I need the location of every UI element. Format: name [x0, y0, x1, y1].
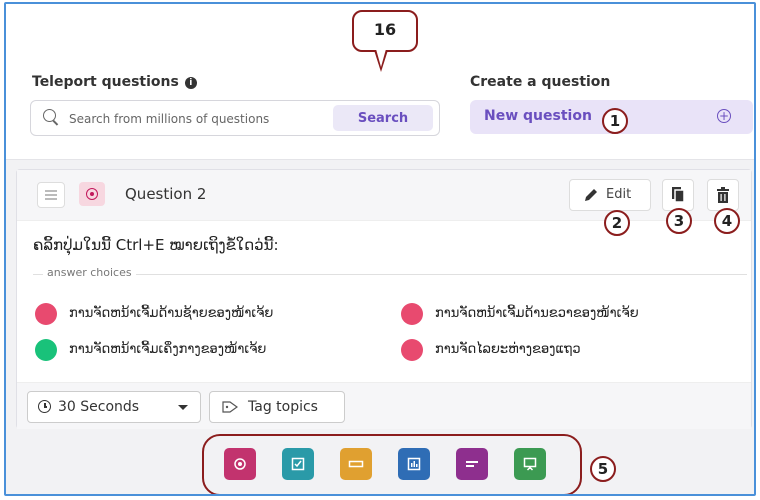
question-card: Question 2 Edit ຄລິ້ກປຸ່ມໃນນີ້ Ctrl+E ໝາ…	[16, 169, 752, 429]
incorrect-marker-icon	[401, 303, 423, 325]
search-icon	[43, 109, 56, 122]
drag-handle-icon[interactable]	[37, 182, 65, 208]
tag-icon	[222, 401, 238, 413]
poll-icon	[407, 457, 421, 471]
checkbox-type-button[interactable]	[282, 448, 314, 480]
incorrect-marker-icon	[401, 339, 423, 361]
answer-choices-label: answer choices	[43, 266, 136, 279]
answer-choice-text: ການຈັດຫນ້າເຈີ້ມດ້ານຊ້າຍຂອງໜ້າເຈ້ຍ	[69, 306, 274, 321]
annotation-number-4: 4	[714, 208, 740, 234]
edit-label: Edit	[606, 187, 632, 202]
edit-button[interactable]: Edit	[569, 179, 651, 211]
question-card-header: Question 2 Edit	[17, 170, 751, 221]
incorrect-marker-icon	[35, 303, 57, 325]
open-ended-type-button[interactable]	[456, 448, 488, 480]
timer-value: 30 Seconds	[58, 399, 140, 415]
caret-down-icon	[178, 405, 188, 410]
question-title: Question 2	[125, 185, 207, 203]
multiple-choice-icon	[234, 458, 246, 470]
multiple-choice-type-icon	[79, 182, 105, 206]
answer-choice-text: ການຈັດຫນ້າເຈີ້ມດ້ານຂວາຂອງໜ້າເຈ້ຍ	[435, 306, 639, 321]
trash-icon	[717, 187, 729, 203]
question-card-footer: 30 Seconds Tag topics	[17, 382, 751, 429]
tag-topics-label: Tag topics	[248, 399, 318, 415]
plus-circle-icon: +	[717, 109, 731, 123]
create-question-heading: Create a question	[470, 74, 611, 90]
pencil-icon	[585, 189, 597, 201]
new-question-label: New question	[484, 108, 592, 124]
annotation-number-2: 2	[604, 210, 630, 236]
annotation-callout-16: 16	[352, 10, 418, 72]
question-type-toolbar	[202, 434, 582, 494]
checkbox-icon	[291, 457, 305, 471]
poll-type-button[interactable]	[398, 448, 430, 480]
app-frame: 16 Teleport questions i Search Create a q…	[4, 2, 756, 496]
fill-in-blank-icon	[348, 460, 364, 468]
answer-divider	[33, 274, 747, 275]
callout-number: 16	[373, 20, 397, 39]
slide-icon	[523, 457, 537, 471]
multiple-choice-type-button[interactable]	[224, 448, 256, 480]
top-panel: 16 Teleport questions i Search Create a q…	[6, 4, 754, 160]
teleport-questions-heading: Teleport questions i	[32, 74, 197, 90]
fill-in-blank-type-button[interactable]	[340, 448, 372, 480]
delete-button[interactable]	[707, 179, 739, 211]
teleport-questions-label: Teleport questions	[32, 74, 179, 90]
slide-type-button[interactable]	[514, 448, 546, 480]
clock-icon	[38, 400, 51, 413]
annotation-number-3: 3	[666, 208, 692, 234]
tag-topics-button[interactable]: Tag topics	[209, 391, 345, 423]
question-text: ຄລິ້ກປຸ່ມໃນນີ້ Ctrl+E ໝາຍເຖິງຂໍ້ໃດວ່ນີ້:	[33, 236, 279, 254]
annotation-number-5: 5	[590, 456, 616, 482]
info-icon[interactable]: i	[184, 77, 197, 89]
answer-choice-text: ການຈັດໄລຍະຫ່າງຂອງແຖວ	[435, 342, 581, 357]
callout-tail-inner	[376, 49, 386, 67]
search-button[interactable]: Search	[333, 105, 433, 131]
annotation-number-1: 1	[602, 108, 628, 134]
correct-marker-icon	[35, 339, 57, 361]
duplicate-button[interactable]	[662, 179, 694, 211]
search-box: Search	[30, 100, 440, 136]
timer-select[interactable]: 30 Seconds	[27, 391, 201, 423]
open-ended-icon	[466, 461, 478, 467]
answer-choice-text: ການຈັດຫນ້າເຈີ້ມເຄິ່ງກາງຂອງໜ້າເຈ້ຍ	[69, 342, 267, 357]
search-input[interactable]	[67, 108, 321, 130]
copy-icon	[672, 187, 685, 203]
